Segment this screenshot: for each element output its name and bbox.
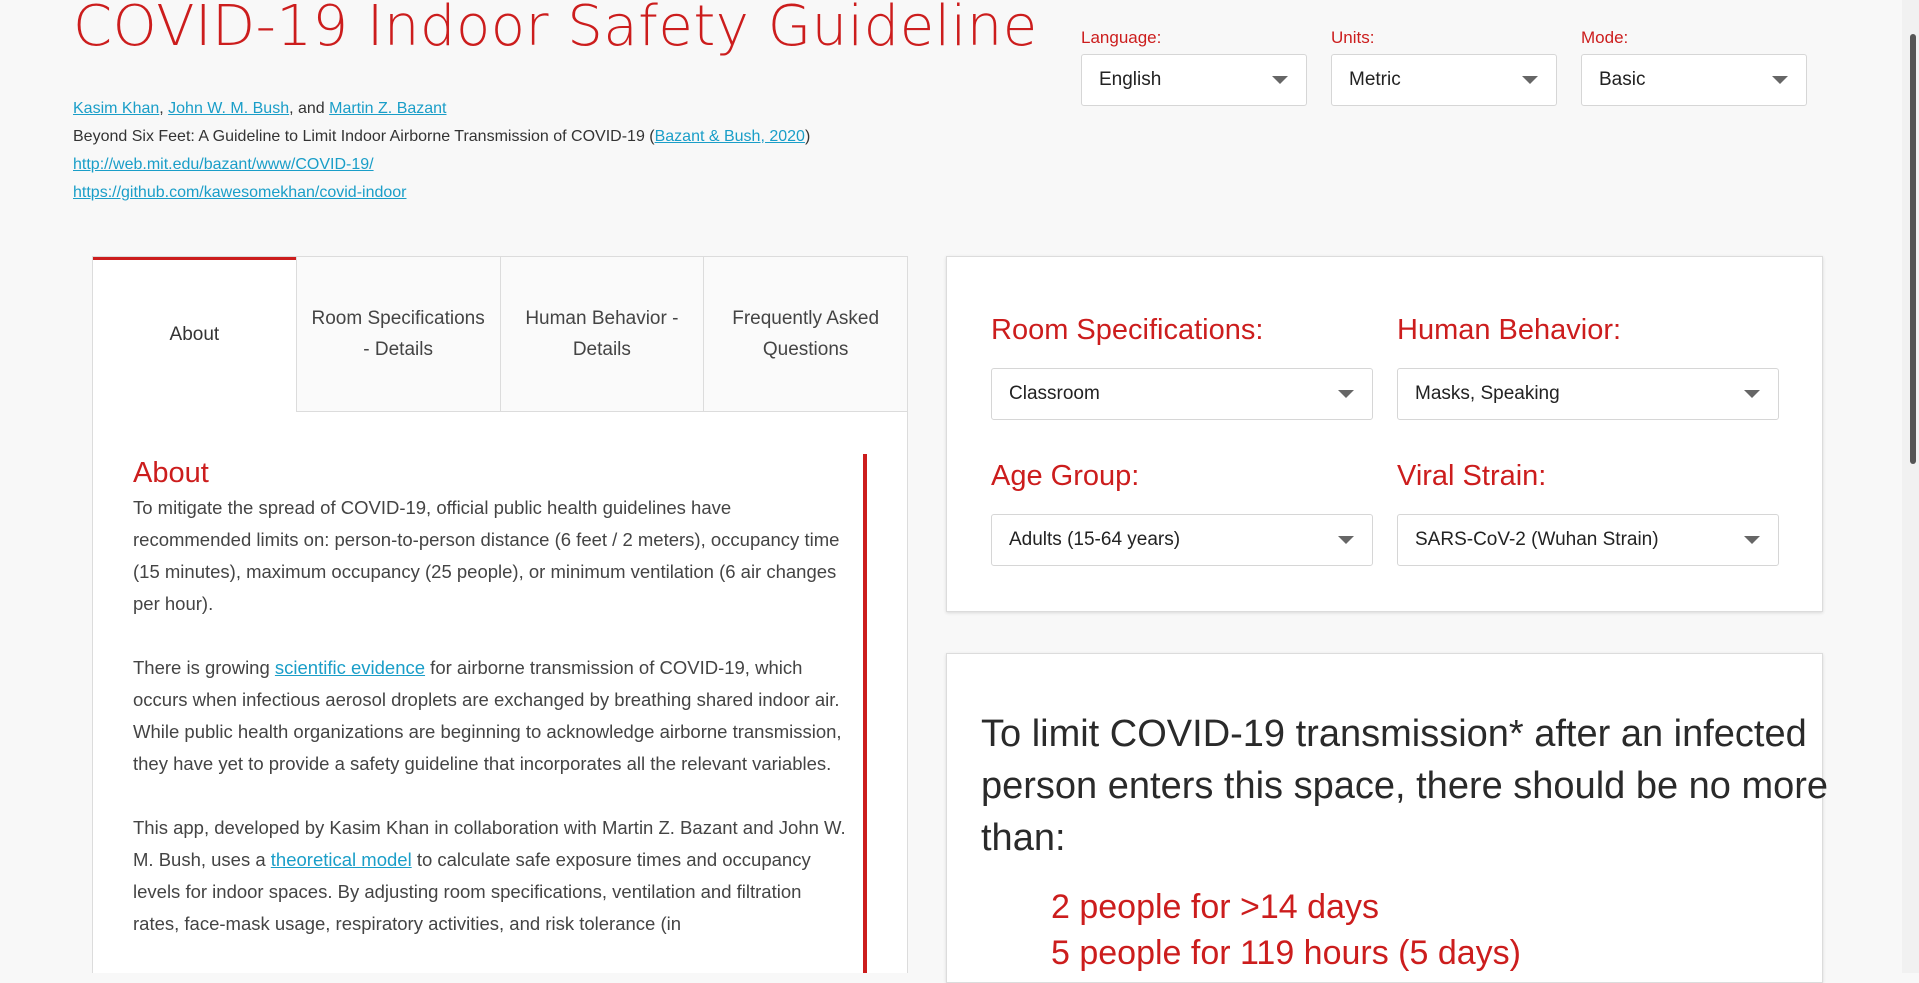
room-spec-label: Room Specifications: [991, 314, 1264, 346]
about-paragraph-3: This app, developed by Kasim Khan in col… [133, 817, 846, 934]
viral-strain-label: Viral Strain: [1397, 460, 1547, 492]
inputs-card: Room Specifications: Classroom Human Beh… [946, 256, 1823, 612]
human-behavior-value: Masks, Speaking [1415, 383, 1560, 404]
human-behavior-select[interactable]: Masks, Speaking [1397, 368, 1779, 420]
language-label: Language: [1081, 28, 1162, 47]
viral-strain-select[interactable]: SARS-CoV-2 (Wuhan Strain) [1397, 514, 1779, 566]
chevron-down-icon [1744, 390, 1760, 398]
room-spec-select[interactable]: Classroom [991, 368, 1373, 420]
about-paragraph-2: There is growing scientific evidence for… [133, 657, 842, 774]
authors-line: Kasim Khan, John W. M. Bush, and Martin … [73, 95, 810, 123]
chevron-down-icon [1522, 76, 1538, 84]
mode-select[interactable]: Basic [1581, 54, 1807, 106]
content-scroll-indicator[interactable] [863, 454, 867, 973]
mode-setting: Mode: Basic [1581, 28, 1807, 106]
age-group-select[interactable]: Adults (15-64 years) [991, 514, 1373, 566]
tab-about[interactable]: About [93, 257, 296, 412]
recommendation-item: 5 people for 119 hours (5 days) [1051, 934, 1521, 972]
about-heading: About [133, 457, 209, 489]
recommendation-list: 2 people for >14 days 5 people for 119 h… [1051, 884, 1521, 976]
tab-faq[interactable]: Frequently Asked Questions [703, 257, 907, 412]
room-spec-value: Classroom [1009, 383, 1100, 404]
mode-value: Basic [1599, 69, 1646, 90]
about-content: About To mitigate the spread of COVID-19… [133, 457, 851, 972]
chevron-down-icon [1338, 390, 1354, 398]
units-value: Metric [1349, 69, 1401, 90]
tab-bar: About Room Specifications - Details Huma… [93, 257, 907, 412]
author-link-khan[interactable]: Kasim Khan [73, 100, 159, 117]
units-select[interactable]: Metric [1331, 54, 1557, 106]
recommendation-card: To limit COVID-19 transmission* after an… [946, 653, 1828, 983]
page-scrollbar[interactable] [1902, 0, 1919, 973]
recommendation-text: To limit COVID-19 transmission* after an… [981, 713, 1829, 859]
github-link[interactable]: https://github.com/kawesomekhan/covid-in… [73, 184, 407, 201]
header-meta: Kasim Khan, John W. M. Bush, and Martin … [73, 95, 810, 207]
paper-citation: Beyond Six Feet: A Guideline to Limit In… [73, 123, 810, 151]
info-tabs-card: About Room Specifications - Details Huma… [92, 256, 908, 973]
chevron-down-icon [1338, 536, 1354, 544]
units-label: Units: [1331, 28, 1375, 47]
chevron-down-icon [1744, 536, 1760, 544]
author-link-bazant[interactable]: Martin Z. Bazant [329, 100, 446, 117]
scientific-evidence-link[interactable]: scientific evidence [275, 657, 425, 678]
age-group-label: Age Group: [991, 460, 1140, 492]
page-title: COVID-19 Indoor Safety Guideline [73, 0, 1038, 59]
theoretical-model-link[interactable]: theoretical model [271, 849, 412, 870]
citation-close: ) [804, 128, 811, 145]
author-link-bush[interactable]: John W. M. Bush [168, 100, 289, 117]
tab-human-behavior-details[interactable]: Human Behavior - Details [499, 257, 704, 412]
language-value: English [1099, 69, 1162, 90]
chevron-down-icon [1772, 76, 1788, 84]
about-paragraph-1: To mitigate the spread of COVID-19, offi… [133, 497, 840, 614]
chevron-down-icon [1272, 76, 1288, 84]
viral-strain-value: SARS-CoV-2 (Wuhan Strain) [1415, 529, 1659, 550]
author-separator: , [159, 100, 169, 117]
language-select[interactable]: English [1081, 54, 1307, 106]
mode-label: Mode: [1581, 28, 1629, 47]
human-behavior-label: Human Behavior: [1397, 314, 1622, 346]
units-setting: Units: Metric [1331, 28, 1557, 106]
paper-citation-link[interactable]: Bazant & Bush, 2020 [655, 128, 805, 145]
author-separator: , and [289, 100, 330, 117]
paper-title: Beyond Six Feet: A Guideline to Limit In… [73, 128, 655, 145]
recommendation-item: 2 people for >14 days [1051, 888, 1379, 926]
tab-room-specifications-details[interactable]: Room Specifications - Details [295, 257, 500, 412]
language-setting: Language: English [1081, 28, 1307, 106]
age-group-value: Adults (15-64 years) [1009, 529, 1181, 550]
mit-page-link[interactable]: http://web.mit.edu/bazant/www/COVID-19/ [73, 156, 374, 173]
scrollbar-thumb[interactable] [1910, 34, 1916, 464]
